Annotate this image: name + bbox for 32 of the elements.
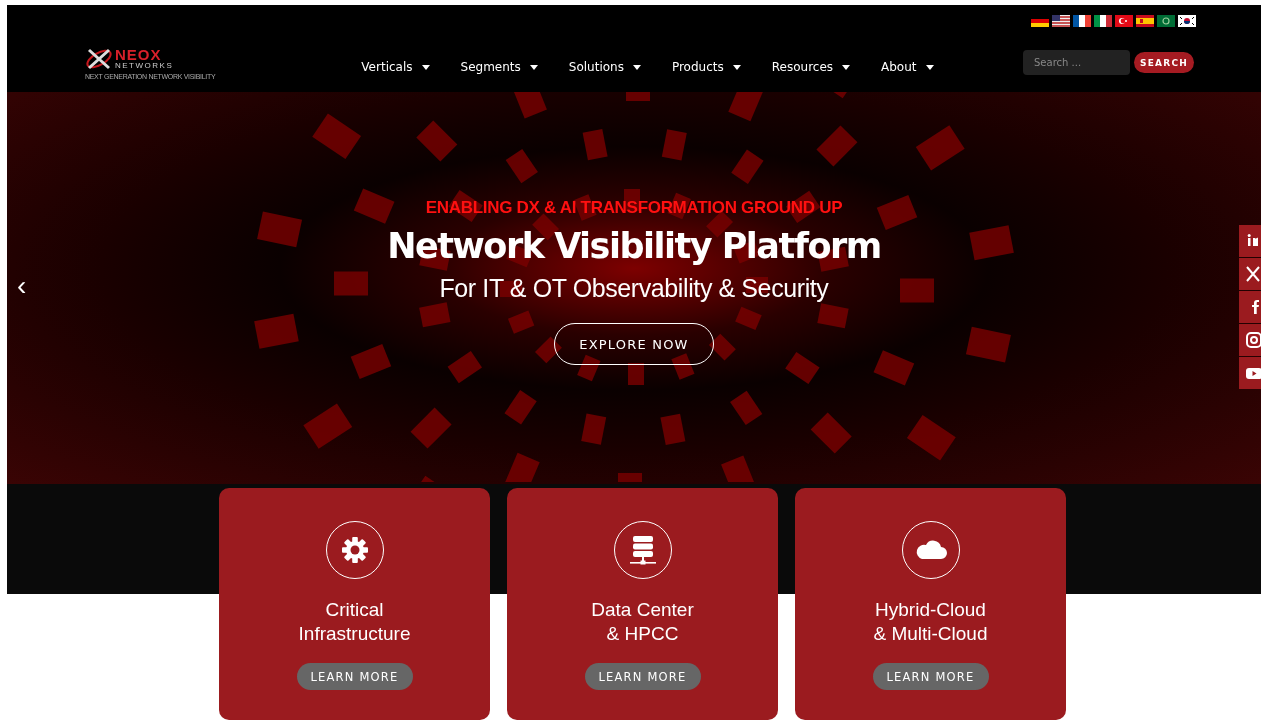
nav-menu-item[interactable]: Solutions bbox=[568, 60, 641, 74]
card-title: Data Center & HPCC bbox=[591, 598, 694, 646]
instagram-icon[interactable] bbox=[1244, 330, 1261, 350]
nav-menu-item[interactable]: Resources bbox=[771, 60, 851, 74]
logo-name: NEOX bbox=[115, 48, 163, 61]
card-title: Hybrid-Cloud & Multi-Cloud bbox=[873, 598, 988, 646]
nav-menu-item[interactable]: Products bbox=[671, 60, 741, 74]
flag-icon[interactable] bbox=[1073, 15, 1091, 27]
search-button[interactable]: SEARCH bbox=[1134, 52, 1194, 73]
hero-title: Network Visibility Platform bbox=[387, 225, 881, 268]
hero-eyebrow: ENABLING DX & AI TRANSFORMATION GROUND UP bbox=[425, 198, 843, 218]
logo-subtitle: NETWORKS bbox=[115, 61, 174, 70]
caret-icon bbox=[529, 64, 538, 70]
caret-icon bbox=[632, 64, 641, 70]
learn-more-button[interactable]: LEARN MORE bbox=[872, 663, 989, 690]
learn-more-button[interactable]: LEARN MORE bbox=[584, 663, 701, 690]
x-icon[interactable] bbox=[1244, 264, 1261, 284]
nav-menu-item[interactable]: Verticals bbox=[361, 60, 430, 74]
search-field[interactable]: Search ... bbox=[1023, 50, 1130, 75]
previous-slide-button[interactable]: ‹ bbox=[13, 272, 31, 300]
flag-icon[interactable] bbox=[1178, 15, 1196, 27]
nav-menu-item[interactable]: About bbox=[881, 60, 934, 74]
card-title: Critical Infrastructure bbox=[298, 598, 411, 646]
caret-icon bbox=[421, 64, 430, 70]
learn-more-button[interactable]: LEARN MORE bbox=[296, 663, 413, 690]
flag-icon[interactable] bbox=[1052, 15, 1070, 27]
caret-icon bbox=[732, 64, 741, 70]
caret-icon bbox=[925, 64, 934, 70]
caret-icon bbox=[842, 64, 851, 70]
hero-subtitle: For IT & OT Observability & Security bbox=[439, 274, 829, 303]
logo-mark-icon bbox=[85, 47, 113, 71]
nav-menu-item[interactable]: Segments bbox=[460, 60, 538, 74]
